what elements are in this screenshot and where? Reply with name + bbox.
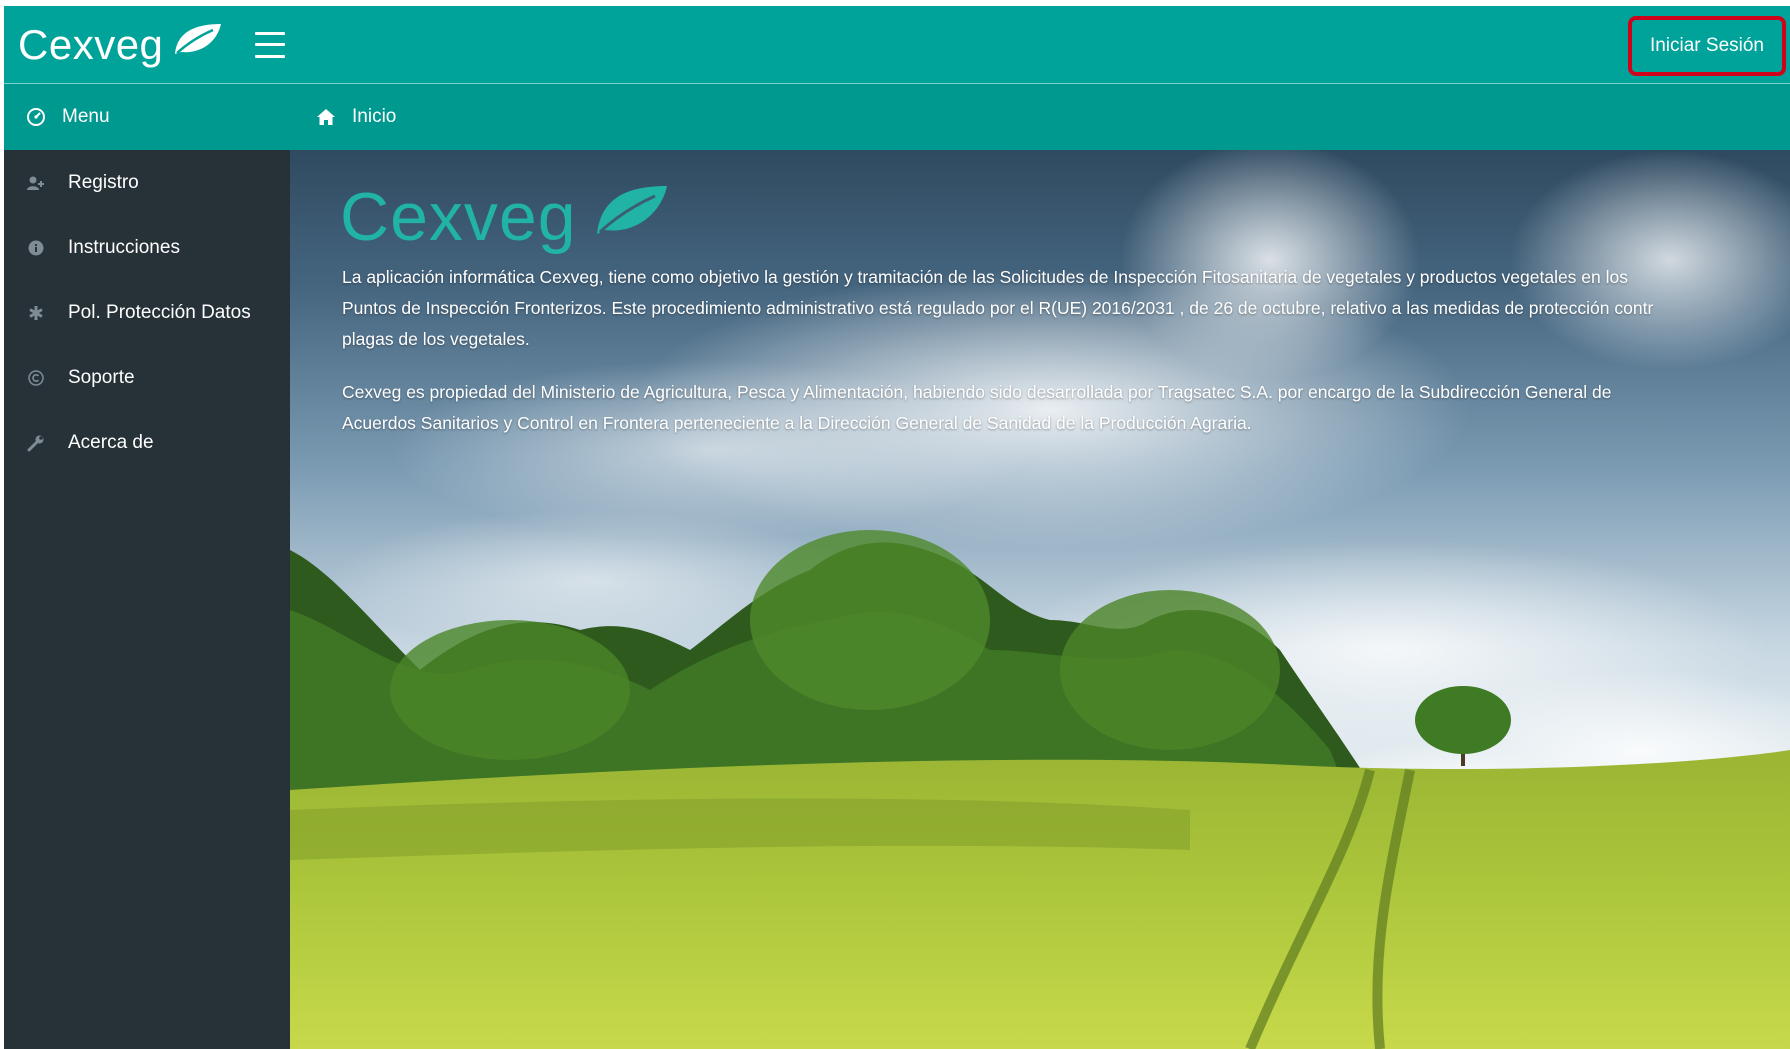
- wrench-icon: [26, 434, 46, 452]
- hero-description: La aplicación informática Cexveg, tiene …: [342, 262, 1790, 461]
- brand-name: Cexveg: [18, 20, 164, 68]
- app-root: Cexveg Iniciar Sesión Menu Inicio Regist…: [4, 6, 1790, 1049]
- hero-logo: Cexveg: [340, 178, 669, 256]
- description-paragraph-1: La aplicación informática Cexveg, tiene …: [342, 267, 1654, 349]
- sidebar-item-label: Acerca de: [68, 431, 154, 453]
- sidebar-item-label: Instrucciones: [68, 236, 180, 258]
- sidebar-item-label: Pol. Protección Datos: [68, 301, 251, 323]
- sub-header: Menu Inicio: [4, 84, 1790, 150]
- copyright-icon: [26, 369, 46, 386]
- description-paragraph-2: Cexveg es propiedad del Ministerio de Ag…: [342, 382, 1612, 433]
- asterisk-icon: [26, 305, 46, 321]
- login-button[interactable]: Iniciar Sesión: [1627, 16, 1786, 76]
- dashboard-gauge-icon: [26, 107, 46, 127]
- sidebar-item-proteccion-datos[interactable]: Pol. Protección Datos: [4, 280, 290, 345]
- breadcrumb-home: Inicio: [352, 106, 397, 127]
- top-header: Cexveg Iniciar Sesión: [4, 6, 1790, 84]
- hero-section: Cexveg La aplicación informática Cexveg,…: [290, 150, 1790, 1049]
- home-icon: [316, 108, 336, 126]
- sidebar-item-label: Soporte: [68, 366, 135, 388]
- user-plus-icon: [26, 175, 46, 191]
- sidebar: Registro Instrucciones Pol. Protección D…: [4, 150, 290, 1049]
- menu-label: Menu: [62, 106, 110, 127]
- sidebar-item-registro[interactable]: Registro: [4, 150, 290, 215]
- brand[interactable]: Cexveg: [18, 6, 223, 84]
- sidebar-item-soporte[interactable]: Soporte: [4, 345, 290, 410]
- breadcrumb[interactable]: Inicio: [316, 106, 396, 128]
- info-icon: [26, 240, 46, 256]
- menu-toggle[interactable]: Menu: [4, 84, 288, 150]
- hero-logo-text: Cexveg: [340, 179, 577, 255]
- sidebar-item-instrucciones[interactable]: Instrucciones: [4, 215, 290, 280]
- sidebar-item-acerca-de[interactable]: Acerca de: [4, 410, 290, 475]
- hamburger-menu-icon[interactable]: [255, 31, 286, 58]
- sidebar-item-label: Registro: [68, 171, 139, 193]
- leaf-icon: [595, 184, 669, 241]
- leaf-icon: [173, 22, 223, 61]
